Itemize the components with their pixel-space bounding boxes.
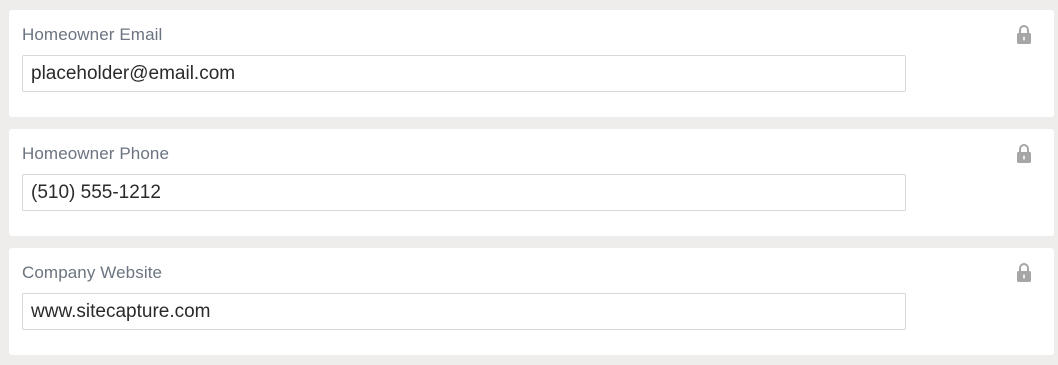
homeowner-email-card: Homeowner Email: [9, 10, 1054, 117]
homeowner-phone-field[interactable]: [22, 174, 906, 211]
company-website-field[interactable]: [22, 293, 906, 330]
homeowner-phone-card: Homeowner Phone: [9, 129, 1054, 236]
form-field-list: Homeowner Email Homeowner Phone Company …: [0, 0, 1058, 365]
homeowner-email-label: Homeowner Email: [22, 25, 163, 44]
lock-icon: [1017, 144, 1031, 163]
lock-icon: [1017, 263, 1031, 282]
lock-icon: [1017, 25, 1031, 44]
company-website-label: Company Website: [22, 263, 163, 282]
company-website-card: Company Website: [9, 248, 1054, 355]
homeowner-email-field[interactable]: [22, 55, 906, 92]
homeowner-phone-label: Homeowner Phone: [22, 144, 170, 163]
